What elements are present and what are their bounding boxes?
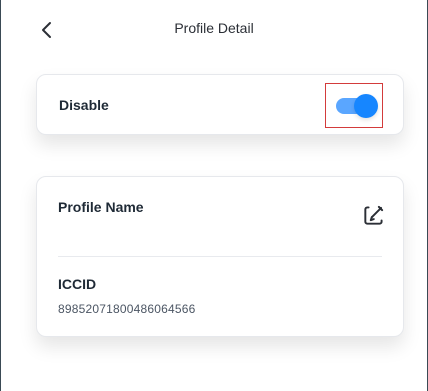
profile-card: Profile Name ICCID 89852071800486064566 <box>36 176 404 337</box>
toggle-highlight-box <box>325 83 383 128</box>
toggle-knob <box>354 94 378 118</box>
disable-toggle-switch[interactable] <box>336 94 378 118</box>
disable-label: Disable <box>59 97 109 113</box>
content-area: Disable Profile Name ICCID 8985207180048… <box>1 62 427 391</box>
top-bar: Profile Detail <box>1 0 427 63</box>
app-frame: Profile Detail Disable Profile Name ICCI… <box>0 0 428 391</box>
iccid-value: 89852071800486064566 <box>58 302 196 316</box>
iccid-label: ICCID <box>58 276 97 292</box>
disable-card: Disable <box>36 74 404 135</box>
page-title: Profile Detail <box>174 20 254 36</box>
edit-icon[interactable] <box>361 202 387 228</box>
profile-name-label: Profile Name <box>58 199 144 215</box>
divider <box>58 256 382 257</box>
